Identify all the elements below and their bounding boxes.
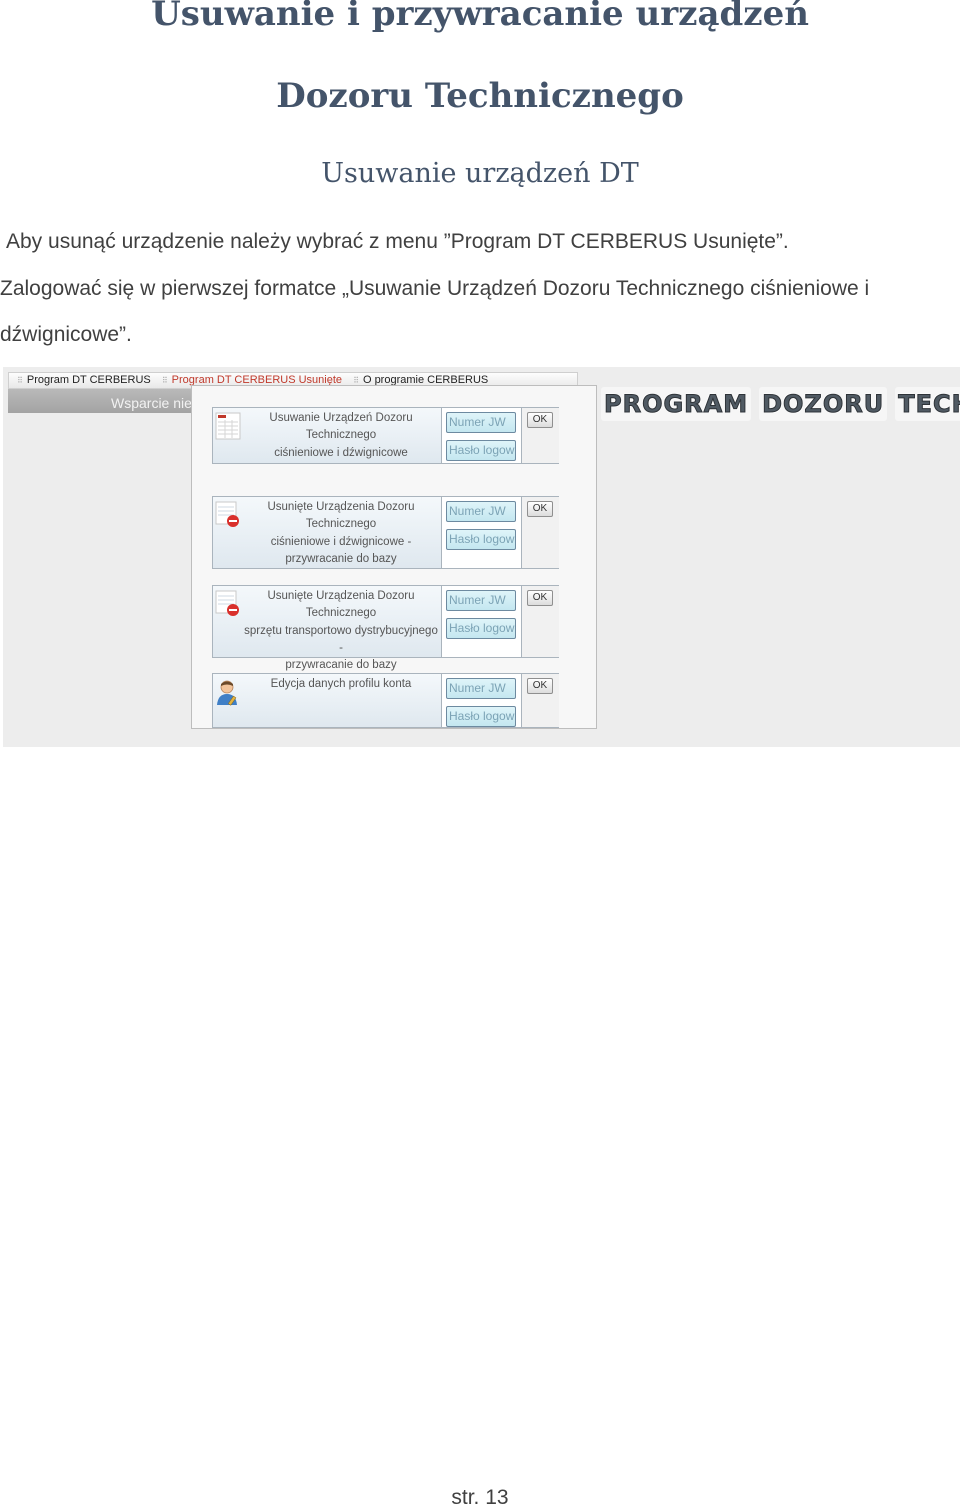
heading-line1: Usuwanie i przywracanie urządzeń xyxy=(151,0,809,34)
login-form-edit-profile: Edycja danych profilu konta Numer JW Has… xyxy=(212,673,559,728)
number-jw-input[interactable]: Numer JW xyxy=(446,678,516,699)
password-input[interactable]: Hasło logow xyxy=(446,440,516,461)
embedded-screenshot: ⠿ Program DT CERBERUS ⠿ Program DT CERBERU… xyxy=(3,367,960,747)
number-jw-input[interactable]: Numer JW xyxy=(446,501,516,522)
number-jw-input[interactable]: Numer JW xyxy=(446,590,516,611)
heading-line2: Dozoru Technicznego xyxy=(276,76,684,116)
form-title: Usunięte Urządzenia Dozoru Technicznego … xyxy=(244,590,438,672)
banner-word-program: PROGRAM xyxy=(601,387,752,421)
ok-button[interactable]: OK xyxy=(527,412,553,428)
document-delete-icon xyxy=(215,501,239,527)
instruction-paragraph-3: dźwignicowe”. xyxy=(0,323,132,346)
banner-word-dozoru: DOZORU xyxy=(759,387,888,421)
instruction-paragraph-2: Zalogować się w pierwszej formatce „Usuw… xyxy=(0,277,870,300)
program-banner-logo: PROGRAMDOZORUTECH xyxy=(601,387,960,423)
login-form-restore-pressure: Usunięte Urządzenia Dozoru Technicznego … xyxy=(212,496,559,569)
login-form-restore-transport: Usunięte Urządzenia Dozoru Technicznego … xyxy=(212,585,559,671)
password-input[interactable]: Hasło logow xyxy=(446,706,516,727)
ok-button[interactable]: OK xyxy=(527,590,553,606)
login-panel: Usuwanie Urządzeń Dozoru Technicznego ci… xyxy=(191,385,597,729)
password-input[interactable]: Hasło logow xyxy=(446,529,516,550)
ok-button[interactable]: OK xyxy=(527,501,553,517)
menu-item-program[interactable]: ⠿ Program DT CERBERUS xyxy=(17,373,151,388)
support-bar[interactable]: Wsparcie nie xyxy=(8,389,198,413)
section-subtitle: Usuwanie urządzeń DT xyxy=(321,158,639,189)
user-edit-icon xyxy=(217,680,237,706)
number-jw-input[interactable]: Numer JW xyxy=(446,412,516,433)
login-form-delete-devices: Usuwanie Urządzeń Dozoru Technicznego ci… xyxy=(212,407,559,464)
password-input[interactable]: Hasło logow xyxy=(446,618,516,639)
document-delete-icon xyxy=(215,590,239,616)
banner-word-tech: TECH xyxy=(895,387,960,421)
ok-button[interactable]: OK xyxy=(527,678,553,694)
form-title: Usunięte Urządzenia Dozoru Technicznego … xyxy=(267,501,415,565)
page-number: str. 13 xyxy=(451,1486,509,1509)
document-delete-icon xyxy=(215,412,241,440)
instruction-paragraph-1: Aby usunąć urządzenie należy wybrać z me… xyxy=(6,230,789,253)
form-title: Edycja danych profilu konta xyxy=(270,678,412,690)
form-title: Usuwanie Urządzeń Dozoru Technicznego ci… xyxy=(269,412,413,459)
